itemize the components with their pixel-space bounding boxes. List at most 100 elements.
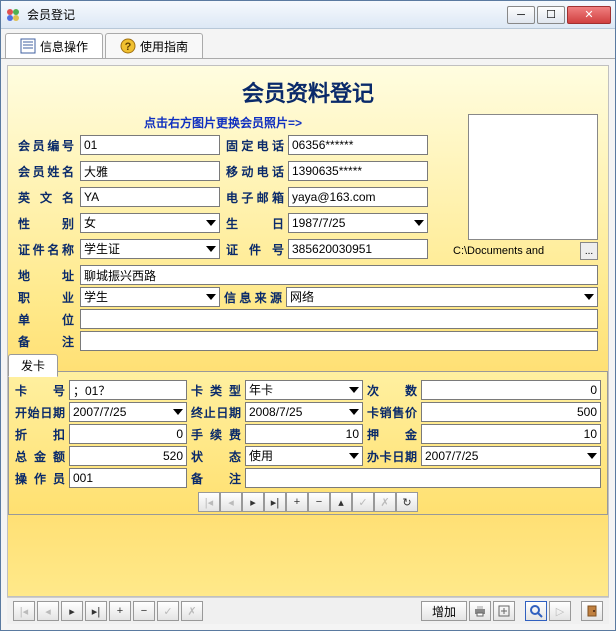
lbl-times: 次 数 [367, 382, 417, 399]
card-section: 发卡 卡 号 卡 类 型年卡 次 数 开始日期2007/7/25 终止日期200… [18, 371, 598, 515]
svg-text:?: ? [125, 41, 132, 53]
remark-input[interactable] [80, 331, 598, 351]
discount-input[interactable] [69, 424, 187, 444]
lbl-fee: 手 续 费 [191, 426, 241, 443]
birthday-select[interactable]: 1987/7/25 [288, 213, 428, 233]
search-icon [529, 604, 543, 618]
close-button[interactable]: ✕ [567, 6, 611, 24]
nav-save-button[interactable]: ✓ [352, 492, 374, 512]
lbl-member-no: 会员编号 [18, 137, 76, 154]
bottom-first-button[interactable]: |◂ [13, 601, 35, 621]
close-panel-button[interactable] [581, 601, 603, 621]
info-src-select[interactable]: 网络 [286, 287, 598, 307]
card-box: 卡 号 卡 类 型年卡 次 数 开始日期2007/7/25 终止日期2008/7… [8, 371, 608, 515]
titlebar: 会员登记 ─ ☐ ✕ [1, 1, 615, 29]
total-input[interactable] [69, 446, 187, 466]
card-nav-strip: |◂ ◂ ▸ ▸| + − ▴ ✓ ✗ ↻ [15, 492, 601, 512]
tab-info[interactable]: 信息操作 [5, 33, 103, 58]
card-remark-input[interactable] [245, 468, 601, 488]
lbl-birthday: 生 日 [226, 215, 284, 232]
search-button[interactable] [525, 601, 547, 621]
browse-button[interactable]: ... [580, 242, 598, 260]
bottom-check-button[interactable]: ✓ [157, 601, 179, 621]
end-date-select[interactable]: 2008/7/25 [245, 402, 363, 422]
cert-name-select[interactable]: 学生证 [80, 239, 220, 259]
photo-box[interactable] [468, 114, 598, 240]
window-title: 会员登记 [27, 6, 507, 23]
nav-first-button[interactable]: |◂ [198, 492, 220, 512]
nav-cancel-button[interactable]: ✗ [374, 492, 396, 512]
lbl-member-name: 会员姓名 [18, 163, 76, 180]
bottom-last-button[interactable]: ▸| [85, 601, 107, 621]
price-input[interactable] [421, 402, 601, 422]
print-button[interactable] [469, 601, 491, 621]
fixed-phone-input[interactable] [288, 135, 428, 155]
fee-input[interactable] [245, 424, 363, 444]
bottom-cancel-button[interactable]: ✗ [181, 601, 203, 621]
bottom-prev-button[interactable]: ◂ [37, 601, 59, 621]
lbl-cert-no: 证 件 号 [226, 241, 284, 258]
nav-del-button[interactable]: − [308, 492, 330, 512]
tab-info-label: 信息操作 [40, 38, 88, 55]
lbl-card-type: 卡 类 型 [191, 382, 241, 399]
deposit-input[interactable] [421, 424, 601, 444]
card-no-input[interactable] [69, 380, 187, 400]
bottom-minus-button[interactable]: − [133, 601, 155, 621]
nav-add-button[interactable]: + [286, 492, 308, 512]
lbl-info-src: 信息来源 [224, 289, 282, 306]
status-select[interactable]: 使用 [245, 446, 363, 466]
door-icon [585, 604, 599, 618]
nav-refresh-button[interactable]: ↻ [396, 492, 418, 512]
lbl-mobile: 移动电话 [226, 163, 284, 180]
bottom-next-button[interactable]: ▸ [61, 601, 83, 621]
address-input[interactable] [80, 265, 598, 285]
card-tab[interactable]: 发卡 [8, 354, 58, 377]
lbl-end: 终止日期 [191, 404, 241, 421]
lbl-price: 卡销售价 [367, 404, 417, 421]
lbl-address: 地 址 [18, 267, 76, 284]
panel-title: 会员资料登记 [18, 76, 598, 108]
start-date-select[interactable]: 2007/7/25 [69, 402, 187, 422]
lbl-status: 状 态 [191, 448, 241, 465]
lbl-en-name: 英 文 名 [18, 189, 76, 206]
export-icon [497, 604, 511, 618]
tab-guide-label: 使用指南 [140, 38, 188, 55]
photo-path: C:\Documents and [453, 245, 578, 257]
en-name-input[interactable] [80, 187, 220, 207]
times-input[interactable] [421, 380, 601, 400]
mobile-input[interactable] [288, 161, 428, 181]
nav-edit-button[interactable]: ▴ [330, 492, 352, 512]
company-input[interactable] [80, 309, 598, 329]
maximize-button[interactable]: ☐ [537, 6, 565, 24]
nav-last-button[interactable]: ▸| [264, 492, 286, 512]
main-tabs: 信息操作 ? 使用指南 [1, 29, 615, 59]
export-button[interactable] [493, 601, 515, 621]
lbl-discount: 折 扣 [15, 426, 65, 443]
lbl-start: 开始日期 [15, 404, 65, 421]
lbl-total: 总 金 额 [15, 448, 65, 465]
lbl-operator: 操 作 员 [15, 470, 65, 487]
bottom-toolbar: |◂ ◂ ▸ ▸| + − ✓ ✗ 增加 ▷ [7, 597, 609, 624]
job-select[interactable]: 学生 [80, 287, 220, 307]
nav-next-button[interactable]: ▸ [242, 492, 264, 512]
member-name-input[interactable] [80, 161, 220, 181]
bottom-play-button[interactable]: ▷ [549, 601, 571, 621]
gender-select[interactable]: 女 [80, 213, 220, 233]
lbl-deposit: 押 金 [367, 426, 417, 443]
form-area: 点击右方图片更换会员照片=> C:\Documents and ... 会员编号… [18, 114, 598, 353]
tab-guide[interactable]: ? 使用指南 [105, 33, 203, 58]
bottom-plus-button[interactable]: + [109, 601, 131, 621]
add-button[interactable]: 增加 [421, 601, 467, 621]
print-icon [473, 604, 487, 618]
nav-prev-button[interactable]: ◂ [220, 492, 242, 512]
photo-hint: 点击右方图片更换会员照片=> [18, 114, 428, 131]
minimize-button[interactable]: ─ [507, 6, 535, 24]
operator-input[interactable] [69, 468, 187, 488]
form-panel: 会员资料登记 点击右方图片更换会员照片=> C:\Documents and .… [7, 65, 609, 597]
email-input[interactable] [288, 187, 428, 207]
cert-no-input[interactable] [288, 239, 428, 259]
card-date-select[interactable]: 2007/7/25 [421, 446, 601, 466]
lbl-email: 电子邮箱 [226, 189, 284, 206]
member-no-input[interactable] [80, 135, 220, 155]
card-type-select[interactable]: 年卡 [245, 380, 363, 400]
